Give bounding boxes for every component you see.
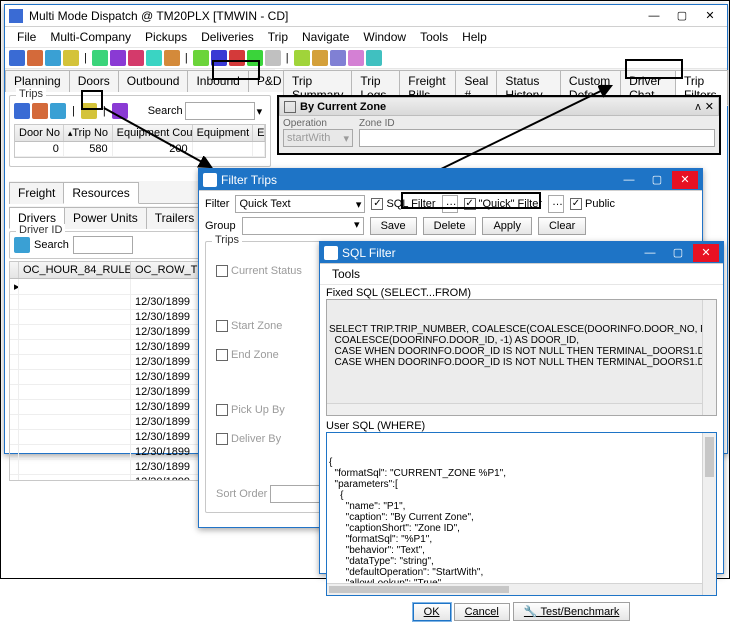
ok-button[interactable]: OK [413, 603, 451, 621]
opt-end-zone[interactable]: End Zone [216, 342, 279, 368]
user-sql-hscroll[interactable] [327, 583, 702, 595]
opt-pickup-by[interactable]: Pick Up By [216, 397, 285, 423]
sql-filter-close[interactable]: ✕ [693, 244, 719, 262]
filter-combo[interactable]: Quick Text▾ [235, 195, 365, 213]
filter-trips-maximize[interactable]: ▢ [644, 171, 670, 189]
filter-trips-title: Filter Trips [217, 173, 616, 187]
fixed-sql-text[interactable]: SELECT TRIP.TRIP_NUMBER, COALESCE(COALES… [326, 299, 717, 416]
filter-trips-minimize[interactable]: — [616, 171, 642, 189]
filter-trips-icon [203, 173, 217, 187]
group-label: Group [205, 220, 236, 232]
test-benchmark-button[interactable]: 🔧 Test/Benchmark [513, 602, 630, 621]
fixed-sql-label: Fixed SQL (SELECT...FROM) [326, 287, 717, 299]
delete-button[interactable]: Delete [423, 217, 477, 235]
public-checkbox[interactable]: ✓Public [570, 198, 615, 210]
sql-filter-title: SQL Filter [338, 246, 637, 260]
save-button[interactable]: Save [370, 217, 417, 235]
user-sql-scrollbar[interactable] [702, 433, 716, 595]
group-combo[interactable]: ▾ [242, 217, 364, 235]
sql-filter-window: SQL Filter — ▢ ✕ Tools Fixed SQL (SELECT… [319, 241, 724, 574]
user-sql-text[interactable]: { "formatSql": "CURRENT_ZONE %P1", "para… [326, 432, 717, 596]
chevron-down-icon: ▾ [356, 198, 362, 211]
fixed-sql-hscroll[interactable] [327, 403, 702, 415]
cancel-button[interactable]: Cancel [454, 603, 510, 621]
user-sql-label: User SQL (WHERE) [326, 420, 717, 432]
filter-trips-titlebar: Filter Trips — ▢ ✕ [199, 169, 702, 191]
apply-button[interactable]: Apply [482, 217, 532, 235]
quick-filter-edit-button[interactable]: … [548, 195, 564, 213]
sql-filter-menubar: Tools [320, 264, 723, 285]
opt-current-status[interactable]: Current Status [216, 258, 302, 284]
sql-filter-icon [324, 246, 338, 260]
opt-start-zone[interactable]: Start Zone [216, 313, 282, 339]
fixed-sql-scrollbar[interactable] [702, 300, 716, 415]
sql-filter-minimize[interactable]: — [637, 244, 663, 262]
menu-tools[interactable]: Tools [326, 266, 366, 282]
filter-label: Filter [205, 198, 229, 210]
callout-sql-quick-filter [401, 192, 541, 209]
sql-filter-titlebar: SQL Filter — ▢ ✕ [320, 242, 723, 264]
clear-button[interactable]: Clear [538, 217, 586, 235]
opt-deliver-by[interactable]: Deliver By [216, 426, 281, 452]
filter-trips-close[interactable]: ✕ [672, 171, 698, 189]
sql-filter-maximize[interactable]: ▢ [665, 244, 691, 262]
